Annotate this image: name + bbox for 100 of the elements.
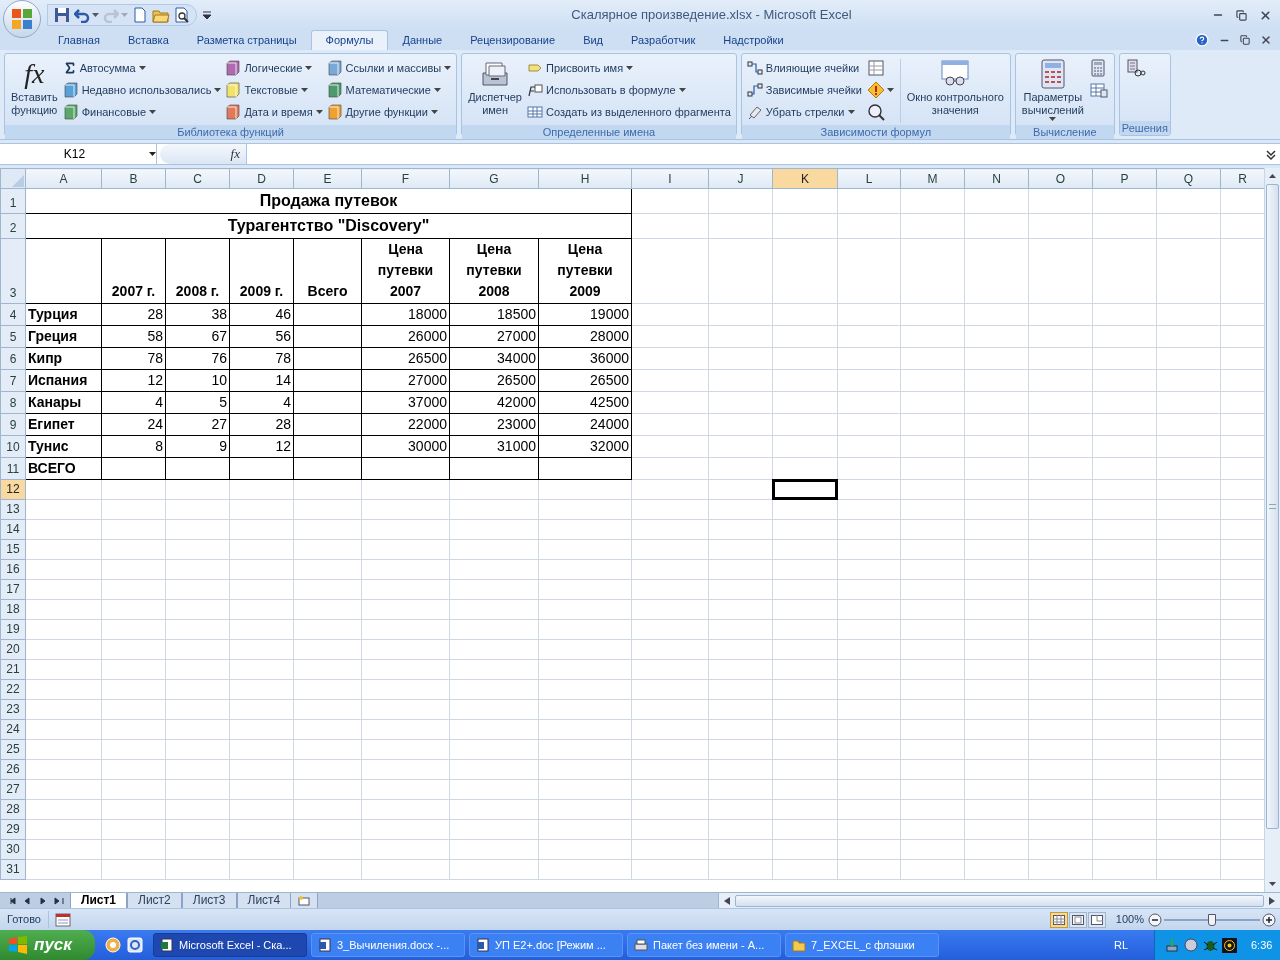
scroll-right-icon[interactable]	[1269, 896, 1275, 905]
column-header[interactable]: M	[900, 168, 965, 189]
taskbar-button[interactable]: 3_Вычиления.docx -...	[311, 933, 465, 957]
row-header[interactable]: 30	[0, 839, 26, 860]
ribbon-large-button[interactable]: fx Вставить функцию	[8, 57, 61, 125]
row-header[interactable]: 29	[0, 819, 26, 840]
speaker-icon[interactable]	[1184, 937, 1199, 953]
row-header[interactable]: 21	[0, 659, 26, 680]
row-header[interactable]: 18	[0, 599, 26, 620]
globe-icon[interactable]	[105, 937, 121, 953]
new-sheet-button[interactable]	[291, 893, 319, 908]
row-header[interactable]: 20	[0, 639, 26, 660]
customize-toolbar-icon[interactable]	[203, 11, 211, 19]
ribbon-button[interactable]: Текстовые	[223, 79, 325, 101]
row-header[interactable]: 23	[0, 699, 26, 720]
taskbar-button[interactable]: 7_EXCEL_с флэшки	[785, 933, 939, 957]
sheet-nav-icon[interactable]	[54, 896, 64, 905]
row-header[interactable]: 22	[0, 679, 26, 700]
row-header[interactable]: 28	[0, 799, 26, 820]
expand-icon[interactable]	[1264, 147, 1278, 161]
close-icon[interactable]	[1259, 8, 1272, 22]
column-header[interactable]: K	[772, 168, 838, 189]
scroll-thumb[interactable]	[735, 894, 1264, 907]
ribbon-tab[interactable]: Рецензирование	[456, 30, 570, 50]
ribbon-button[interactable]: Недавно использовались	[60, 79, 224, 101]
zoom-level[interactable]: 100%	[1111, 911, 1148, 928]
ribbon-button[interactable]: Логические	[223, 57, 325, 79]
row-header[interactable]: 24	[0, 719, 26, 740]
row-header[interactable]: 27	[0, 779, 26, 800]
row-header[interactable]: 9	[0, 413, 26, 436]
column-header[interactable]: F	[361, 168, 450, 189]
taskbar-button[interactable]: Пакет без имени - А...	[627, 933, 781, 957]
network-icon[interactable]	[1165, 937, 1180, 953]
ribbon-tab[interactable]: Разметка страницы	[182, 30, 311, 50]
column-header[interactable]: A	[25, 168, 102, 189]
row-header[interactable]: 10	[0, 435, 26, 458]
column-header[interactable]: E	[293, 168, 362, 189]
row-header[interactable]: 6	[0, 347, 26, 370]
sheet-tab[interactable]: Лист3	[181, 893, 237, 908]
column-header[interactable]: L	[837, 168, 901, 189]
ribbon-button[interactable]: Создать из выделенного фрагмента	[525, 101, 733, 123]
ribbon-large-button[interactable]: Диспетчер имен	[465, 57, 525, 125]
wireless-icon[interactable]	[1222, 937, 1237, 953]
ribbon-tab[interactable]: Формулы	[310, 30, 389, 50]
start-button[interactable]: пуск	[0, 930, 95, 960]
row-header[interactable]: 3	[0, 238, 26, 304]
column-header[interactable]: O	[1028, 168, 1093, 189]
column-header[interactable]: C	[165, 168, 230, 189]
scroll-left-icon[interactable]	[724, 896, 731, 905]
row-header[interactable]: 26	[0, 759, 26, 780]
ribbon-button[interactable]: Финансовые	[60, 101, 224, 123]
row-header[interactable]: 8	[0, 391, 26, 414]
column-header[interactable]: B	[101, 168, 166, 189]
row-header[interactable]: 5	[0, 325, 26, 348]
view-button[interactable]	[1068, 911, 1087, 928]
column-header[interactable]: R	[1220, 168, 1264, 189]
help-icon[interactable]	[1195, 33, 1209, 47]
column-header[interactable]: Q	[1156, 168, 1221, 189]
undo-button[interactable]	[74, 7, 99, 23]
sheet-tab[interactable]: Лист1	[70, 893, 128, 908]
insert-function-button[interactable]: fx	[230, 144, 240, 164]
office-button[interactable]	[3, 0, 41, 38]
save-button[interactable]	[54, 7, 70, 23]
browser-icon[interactable]	[127, 937, 143, 953]
ribbon-button[interactable]: Влияющие ячейки	[744, 57, 864, 79]
scroll-thumb[interactable]	[1266, 184, 1279, 829]
row-header[interactable]: 16	[0, 559, 26, 580]
column-header[interactable]: I	[631, 168, 709, 189]
row-header[interactable]: 4	[0, 303, 26, 326]
ribbon-tab[interactable]: Вставка	[113, 30, 183, 50]
scroll-down-icon[interactable]	[1269, 882, 1276, 886]
view-button[interactable]	[1087, 911, 1106, 928]
sheet-tab[interactable]: Лист2	[127, 893, 182, 908]
column-header[interactable]: J	[708, 168, 773, 189]
row-header[interactable]: 12	[0, 479, 26, 500]
ribbon-button[interactable]: Убрать стрелки	[744, 101, 864, 123]
macro-record-icon[interactable]	[54, 912, 71, 927]
row-header[interactable]: 31	[0, 859, 26, 880]
column-header[interactable]: N	[964, 168, 1029, 189]
slider-thumb[interactable]	[1208, 913, 1216, 926]
horizontal-scrollbar[interactable]	[718, 893, 1280, 908]
vertical-scrollbar[interactable]	[1264, 168, 1280, 892]
zoom-out-icon[interactable]	[1148, 912, 1162, 927]
row-header[interactable]: 25	[0, 739, 26, 760]
row-header[interactable]: 11	[0, 457, 26, 480]
ribbon-large-button[interactable]: Параметры вычислений	[1018, 57, 1087, 125]
ribbon-button[interactable]: Ссылки и массивы	[324, 57, 454, 79]
column-header[interactable]: D	[229, 168, 294, 189]
close-icon[interactable]	[1260, 34, 1272, 46]
column-header[interactable]: H	[538, 168, 632, 189]
taskbar-button[interactable]: УП E2+.doc [Режим ...	[469, 933, 623, 957]
zoom-in-icon[interactable]	[1262, 912, 1276, 927]
scroll-up-icon[interactable]	[1269, 174, 1276, 178]
taskbar-button[interactable]: Microsoft Excel - Ска...	[153, 933, 307, 957]
column-header[interactable]: P	[1092, 168, 1157, 189]
ribbon-tab[interactable]: Надстройки	[709, 30, 798, 50]
new-file-button[interactable]	[132, 7, 148, 23]
ribbon-button[interactable]: Использовать в формуле	[525, 79, 733, 101]
ribbon-button[interactable]: Другие функции	[324, 101, 454, 123]
row-header[interactable]: 14	[0, 519, 26, 540]
